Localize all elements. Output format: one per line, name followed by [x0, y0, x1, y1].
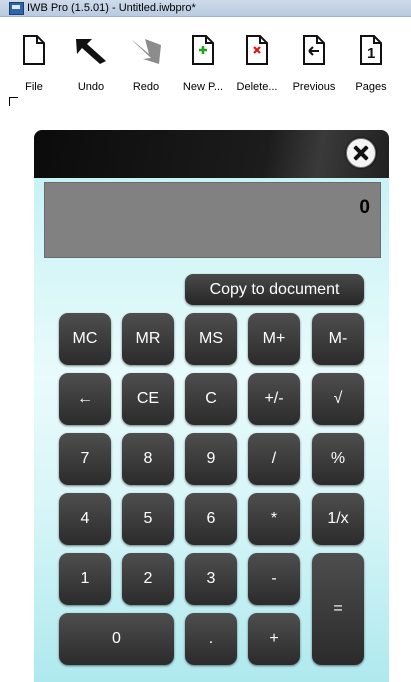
close-icon[interactable]: [346, 138, 376, 168]
key-plus[interactable]: +: [248, 613, 300, 665]
key-multiply[interactable]: *: [248, 493, 300, 545]
app-icon: [9, 2, 24, 15]
calculator-panel: 0 Copy to document MC MR MS M+ M- ← CE C…: [34, 130, 389, 682]
undo-label: Undo: [77, 81, 105, 93]
key-2[interactable]: 2: [122, 553, 174, 605]
copy-to-document-button[interactable]: Copy to document: [185, 274, 364, 305]
new-page-icon: [192, 35, 214, 65]
key-3[interactable]: 3: [185, 553, 237, 605]
file-icon: [23, 35, 45, 65]
key-4[interactable]: 4: [59, 493, 111, 545]
delete-page-icon: [246, 35, 268, 65]
calculator-display: 0: [44, 182, 381, 258]
key-1[interactable]: 1: [59, 553, 111, 605]
new-page-label: New P...: [182, 81, 224, 93]
key-ms[interactable]: MS: [185, 313, 237, 365]
key-mc[interactable]: MC: [59, 313, 111, 365]
previous-page-button[interactable]: Previous: [286, 17, 342, 97]
pages-icon: 1: [360, 35, 382, 65]
window-title: IWB Pro (1.5.01) - Untitled.iwbpro*: [27, 2, 196, 14]
pages-badge: 1: [367, 45, 375, 62]
key-8[interactable]: 8: [122, 433, 174, 485]
key-c[interactable]: C: [185, 373, 237, 425]
key-0[interactable]: 0: [59, 613, 174, 665]
window-title-bar: IWB Pro (1.5.01) - Untitled.iwbpro*: [0, 0, 411, 17]
key-reciprocal[interactable]: 1/x: [312, 493, 364, 545]
key-m-plus[interactable]: M+: [248, 313, 300, 365]
redo-arrow-icon: [131, 39, 161, 64]
redo-button[interactable]: Redo: [122, 17, 170, 97]
key-ce[interactable]: CE: [122, 373, 174, 425]
key-equals[interactable]: =: [312, 553, 364, 665]
pages-button[interactable]: 1 Pages: [346, 17, 396, 97]
previous-page-label: Previous: [292, 81, 336, 93]
undo-arrow-icon: [76, 39, 106, 64]
key-percent[interactable]: %: [312, 433, 364, 485]
key-m-minus[interactable]: M-: [312, 313, 364, 365]
display-value: 0: [359, 197, 370, 218]
key-7[interactable]: 7: [59, 433, 111, 485]
key-sign[interactable]: +/-: [248, 373, 300, 425]
key-9[interactable]: 9: [185, 433, 237, 485]
undo-button[interactable]: Undo: [68, 17, 114, 97]
key-mr[interactable]: MR: [122, 313, 174, 365]
delete-page-label: Delete...: [236, 81, 278, 93]
file-button[interactable]: File: [13, 17, 55, 97]
key-backspace[interactable]: ←: [59, 373, 111, 425]
delete-page-button[interactable]: Delete...: [230, 17, 284, 97]
redo-label: Redo: [132, 81, 160, 93]
canvas-corner-marker: [9, 97, 18, 106]
key-decimal[interactable]: .: [185, 613, 237, 665]
previous-page-icon: [303, 35, 325, 65]
key-5[interactable]: 5: [122, 493, 174, 545]
key-minus[interactable]: -: [248, 553, 300, 605]
file-label: File: [25, 81, 43, 93]
new-page-button[interactable]: New P...: [176, 17, 230, 97]
key-sqrt[interactable]: √: [312, 373, 364, 425]
calculator-header: [34, 130, 389, 178]
toolbar: File Undo Redo New P... Delete... Previo…: [0, 17, 411, 97]
key-divide[interactable]: /: [248, 433, 300, 485]
pages-label: Pages: [355, 81, 387, 93]
key-6[interactable]: 6: [185, 493, 237, 545]
